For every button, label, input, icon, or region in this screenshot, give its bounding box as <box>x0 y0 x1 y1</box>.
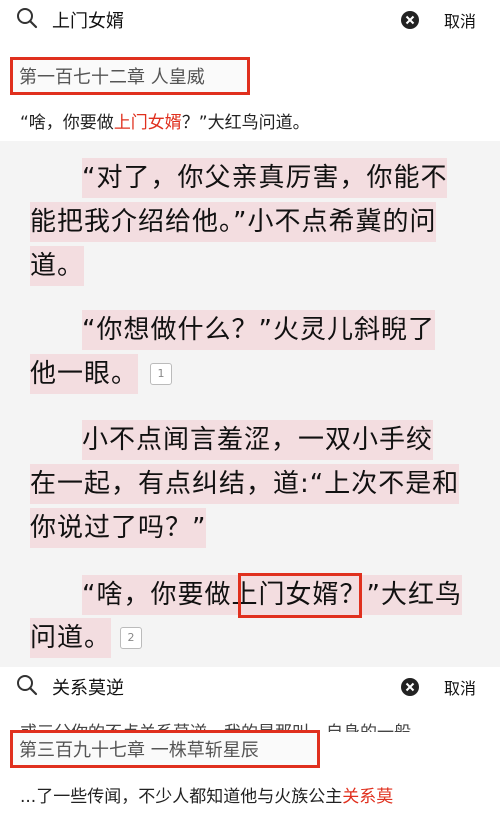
text-line: 道。 <box>30 246 85 286</box>
text-line: 他一眼。 <box>30 354 139 394</box>
chapter-title-text: 第一百七十二章 人皇威 <box>19 67 205 88</box>
text-line: 问道。 <box>30 618 112 658</box>
chapter-title[interactable]: 第一百七十二章 人皇威 <box>10 57 250 95</box>
text-line: 在一起，有点纠结，道:“上次不是和 <box>30 464 460 504</box>
cut-off-snippet: 或三分你的不点关系莫逆，我的是那叫，自身的一般 <box>0 710 500 732</box>
note-icon[interactable]: 1 <box>150 363 172 385</box>
search-bar: 关系莫逆 取消 <box>0 667 500 707</box>
snippet-text: ...了一些传闻，不少人都知道他与火族公主 <box>20 787 343 807</box>
text-line: “对了，你父亲真厉害，你能不 <box>82 158 448 198</box>
text-line: 能把我介绍给他。”小不点希冀的问 <box>30 202 437 242</box>
search-icon[interactable] <box>16 7 38 33</box>
text-line: “你想做什么？”火灵儿斜睨了 <box>82 310 435 350</box>
text-line: 小不点闻言羞涩，一双小手绞 <box>82 420 434 460</box>
clear-icon[interactable] <box>400 677 420 701</box>
search-result-snippet[interactable]: ...了一些传闻，不少人都知道他与火族公主关系莫 <box>20 782 393 807</box>
search-input[interactable]: 关系莫逆 <box>52 674 124 700</box>
search-input[interactable]: 上门女婿 <box>52 7 124 33</box>
text-line: 你说过了吗？” <box>30 508 207 548</box>
snippet-text: ？”大红鸟问道。 <box>181 113 310 133</box>
chapter-title-text: 第三百九十七章 一株草斩星辰 <box>19 740 259 761</box>
search-icon[interactable] <box>16 674 38 700</box>
search-result-snippet[interactable]: “啥，你要做上门女婿？”大红鸟问道。 <box>20 108 310 133</box>
search-bar: 上门女婿 取消 <box>0 0 500 40</box>
cancel-button[interactable]: 取消 <box>444 675 476 699</box>
cancel-button[interactable]: 取消 <box>444 8 476 32</box>
snippet-text: “啥，你要做 <box>20 113 114 133</box>
snippet-highlight: 上门女婿 <box>113 113 182 133</box>
snippet-highlight: 关系莫 <box>342 787 394 807</box>
note-icon[interactable]: 2 <box>120 627 142 649</box>
chapter-title[interactable]: 第三百九十七章 一株草斩星辰 <box>10 730 320 768</box>
clear-icon[interactable] <box>400 10 420 34</box>
search-term-highlight-box <box>238 573 362 618</box>
